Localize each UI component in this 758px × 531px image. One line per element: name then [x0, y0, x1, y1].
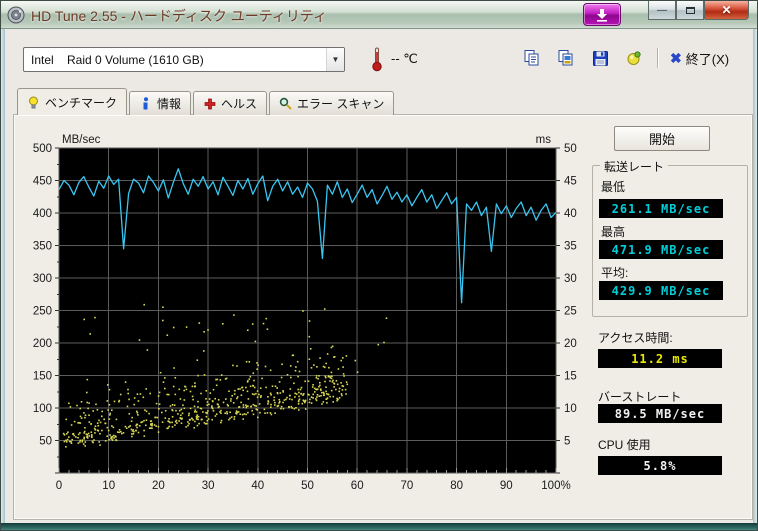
window-border-right [753, 29, 757, 523]
transfer-rate-title: 転送レート [600, 158, 668, 175]
tab-label: ベンチマーク [45, 94, 117, 111]
avg-value: 429.9 MB/sec [599, 281, 723, 300]
close-button[interactable]: ✕ [704, 1, 749, 20]
maximize-button[interactable] [676, 1, 704, 20]
svg-text:450: 450 [33, 176, 52, 188]
svg-text:250: 250 [33, 306, 52, 318]
svg-text:200: 200 [33, 338, 52, 350]
svg-text:300: 300 [33, 273, 52, 285]
options-button[interactable] [623, 48, 645, 68]
window-body: Intel Raid 0 Volume (1610 GB) ▼ -- ℃ [5, 29, 753, 523]
svg-text:500: 500 [33, 143, 52, 155]
temperature-readout: -- ℃ [391, 51, 418, 67]
max-label: 最高 [601, 223, 625, 240]
svg-text:350: 350 [33, 241, 52, 253]
download-overlay-icon [594, 8, 610, 22]
burst-rate-label: バーストレート [598, 388, 681, 405]
svg-text:ms: ms [536, 134, 552, 146]
download-overlay-button[interactable] [583, 3, 621, 26]
hdtune-disk-icon [7, 6, 25, 24]
minimize-button[interactable]: — [648, 1, 676, 20]
tab-label: ヘルス [221, 95, 257, 112]
copy-image-icon [557, 49, 575, 67]
svg-text:35: 35 [564, 241, 577, 253]
exit-button[interactable]: ✖ 終了(X) [670, 49, 729, 68]
copy-text-button[interactable] [521, 48, 543, 68]
svg-text:70: 70 [401, 480, 414, 492]
svg-text:50: 50 [301, 480, 314, 492]
tab-benchmark[interactable]: ベンチマーク [17, 88, 127, 115]
save-button[interactable] [589, 48, 611, 68]
svg-text:100%: 100% [541, 480, 570, 492]
cpu-usage-label: CPU 使用 [598, 436, 651, 453]
copy-image-button[interactable] [555, 48, 577, 68]
svg-text:150: 150 [33, 371, 52, 383]
min-value: 261.1 MB/sec [599, 199, 723, 218]
svg-text:20: 20 [564, 338, 577, 350]
scan-magnifier-icon [279, 97, 292, 110]
start-button[interactable]: 開始 [614, 126, 710, 151]
tab-info[interactable]: 情報 [129, 91, 191, 115]
chevron-down-icon: ▼ [326, 48, 344, 71]
svg-text:15: 15 [564, 371, 577, 383]
svg-text:0: 0 [56, 480, 62, 492]
avg-label: 平均: [601, 264, 628, 281]
access-time-label: アクセス時間: [598, 329, 673, 346]
tab-error-scan[interactable]: エラー スキャン [269, 91, 394, 115]
svg-text:400: 400 [33, 208, 52, 220]
maximize-icon [686, 7, 695, 14]
svg-text:40: 40 [564, 208, 577, 220]
window-title: HD Tune 2.55 - ハードディスク ユーティリティ [31, 6, 327, 26]
svg-text:100: 100 [33, 403, 52, 415]
tabstrip: ベンチマーク 情報 ヘルス [17, 88, 396, 115]
health-cross-icon [203, 97, 216, 110]
drive-select[interactable]: Intel Raid 0 Volume (1610 GB) ▼ [23, 47, 345, 72]
toolbar-separator [657, 48, 658, 68]
caption-buttons: — ✕ [648, 1, 749, 20]
exit-label: 終了(X) [686, 49, 729, 68]
svg-text:90: 90 [500, 480, 513, 492]
thermometer-icon [371, 46, 383, 72]
tab-health[interactable]: ヘルス [193, 91, 267, 115]
svg-text:MB/sec: MB/sec [62, 134, 101, 146]
burst-rate-value: 89.5 MB/sec [598, 404, 722, 423]
svg-text:10: 10 [564, 403, 577, 415]
svg-text:30: 30 [202, 480, 215, 492]
options-icon [626, 50, 643, 67]
transfer-rate-group: 転送レート 最低 261.1 MB/sec 最高 471.9 MB/sec 平均… [592, 165, 748, 317]
svg-text:30: 30 [564, 273, 577, 285]
hdtune-window: HD Tune 2.55 - ハードディスク ユーティリティ — ✕ Intel… [0, 0, 758, 531]
window-border-bottom [1, 523, 757, 530]
copy-text-icon [523, 49, 541, 67]
info-icon [139, 97, 152, 110]
svg-text:5: 5 [564, 436, 570, 448]
titlebar[interactable]: HD Tune 2.55 - ハードディスク ユーティリティ — ✕ [1, 1, 757, 29]
svg-text:45: 45 [564, 176, 577, 188]
exit-x-icon: ✖ [670, 50, 682, 67]
drive-select-value: Intel Raid 0 Volume (1610 GB) [24, 53, 326, 67]
access-time-value: 11.2 ms [598, 349, 722, 368]
toolbar-icons: ✖ 終了(X) [521, 48, 729, 68]
tab-label: 情報 [157, 95, 181, 112]
svg-text:50: 50 [564, 143, 577, 155]
svg-text:60: 60 [351, 480, 364, 492]
svg-text:80: 80 [450, 480, 463, 492]
benchmark-panel: 5010015020025030035040045050051015202530… [13, 114, 753, 520]
svg-text:50: 50 [39, 436, 52, 448]
svg-text:10: 10 [102, 480, 115, 492]
max-value: 471.9 MB/sec [599, 240, 723, 259]
temperature-value: -- [391, 51, 400, 66]
cpu-usage-value: 5.8% [598, 456, 722, 475]
min-label: 最低 [601, 178, 625, 195]
save-icon [592, 50, 609, 67]
svg-text:25: 25 [564, 306, 577, 318]
temperature-unit: ℃ [403, 51, 418, 66]
svg-text:20: 20 [152, 480, 165, 492]
lightbulb-icon [27, 96, 40, 109]
tab-label: エラー スキャン [297, 95, 384, 112]
benchmark-chart: 5010015020025030035040045050051015202530… [14, 115, 594, 515]
close-icon: ✕ [721, 3, 731, 17]
svg-text:40: 40 [251, 480, 264, 492]
